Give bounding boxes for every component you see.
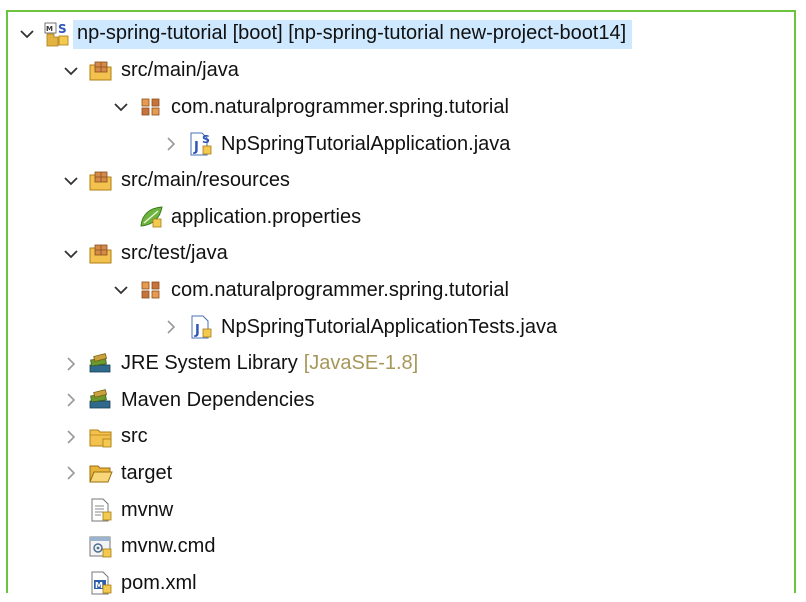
svg-text:M: M <box>95 581 103 590</box>
chevron-right-icon[interactable] <box>60 426 82 448</box>
tree-item[interactable]: Maven Dependencies <box>16 382 796 419</box>
chevron-down-icon[interactable] <box>16 23 38 45</box>
chevron-right-icon[interactable] <box>60 353 82 375</box>
tree-item-label: JRE System Library <box>121 352 298 375</box>
tree-item-label: NpSpringTutorialApplicationTests.java <box>221 315 558 338</box>
tree-item-text: mvnw <box>121 499 173 522</box>
tree-item-label: src/main/java <box>121 59 239 82</box>
tree-item[interactable]: src/main/java <box>16 53 796 90</box>
tree-item-text: np-spring-tutorial [boot] [np-spring-tut… <box>73 19 633 49</box>
open-folder-icon <box>88 460 114 486</box>
tree-item-label: mvnw <box>121 498 174 521</box>
chevron-right-icon[interactable] <box>60 389 82 411</box>
tree-item[interactable]: target <box>16 455 796 492</box>
tree-item-text: com.naturalprogrammer.spring.tutorial <box>171 279 509 302</box>
chevron-down-icon[interactable] <box>60 243 82 265</box>
tree-item-label: com.naturalprogrammer.spring.tutorial <box>171 95 509 118</box>
tree-item-text: application.properties <box>171 206 361 229</box>
spring-boot-project-icon: MS <box>44 21 70 47</box>
tree-item[interactable]: Mpom.xml <box>16 565 796 602</box>
tree-item-label: src/test/java <box>121 242 228 265</box>
library-icon <box>88 387 114 413</box>
tree-item[interactable]: src <box>16 419 796 456</box>
tree-item-text: Maven Dependencies <box>121 389 314 412</box>
tree-item-text: pom.xml <box>121 572 197 595</box>
text-file-icon <box>88 497 114 523</box>
library-icon <box>88 351 114 377</box>
java-test-file-icon: J <box>188 314 214 340</box>
folder-icon <box>88 424 114 450</box>
maven-pom-icon: M <box>88 570 114 596</box>
tree-item-label: com.naturalprogrammer.spring.tutorial <box>171 278 509 301</box>
tree-item-label: pom.xml <box>121 571 197 594</box>
tree-item-label: target <box>121 461 173 484</box>
tree-item[interactable]: mvnw <box>16 492 796 529</box>
tree-item-label: np-spring-tutorial [boot] [np-spring-tut… <box>77 21 627 44</box>
chevron-down-icon[interactable] <box>110 279 132 301</box>
chevron-down-icon[interactable] <box>60 170 82 192</box>
tree-item[interactable]: M Snp-spring-tutorial [boot] [np-spring-t… <box>16 16 796 53</box>
tree-item[interactable]: com.naturalprogrammer.spring.tutorial <box>16 272 796 309</box>
tree-item-decoration: [JavaSE-1.8] <box>303 352 419 375</box>
tree-item-text: NpSpringTutorialApplication.java <box>221 133 510 156</box>
tree-item[interactable]: mvnw.cmd <box>16 528 796 565</box>
svg-text:M: M <box>46 25 53 33</box>
tree-item-text: src/main/java <box>121 59 239 82</box>
tree-item-label: src <box>121 425 148 448</box>
tree-item-label: application.properties <box>171 205 362 228</box>
tree-item-label: src/main/resources <box>121 169 290 192</box>
tree-item[interactable]: J NpSpringTutorialApplicationTests.java <box>16 309 796 346</box>
tree-item-text: mvnw.cmd <box>121 535 215 558</box>
tree-item-label: mvnw.cmd <box>121 535 216 558</box>
package-icon <box>138 94 164 120</box>
tree-item[interactable]: application.properties <box>16 199 796 236</box>
chevron-right-icon[interactable] <box>160 133 182 155</box>
tree-item[interactable]: JRE System Library [JavaSE-1.8] <box>16 345 796 382</box>
tree-item[interactable]: com.naturalprogrammer.spring.tutorial <box>16 89 796 126</box>
tree-item-label: NpSpringTutorialApplication.java <box>221 132 511 155</box>
chevron-right-icon[interactable] <box>60 462 82 484</box>
svg-text:S: S <box>58 22 67 36</box>
svg-text:J: J <box>193 140 199 155</box>
chevron-right-icon[interactable] <box>160 316 182 338</box>
package-icon <box>138 277 164 303</box>
project-tree: M Snp-spring-tutorial [boot] [np-spring-t… <box>16 16 796 602</box>
tree-item-text: NpSpringTutorialApplicationTests.java <box>221 316 557 339</box>
tree-item-text: src/main/resources <box>121 169 290 192</box>
tree-item-text: src/test/java <box>121 242 228 265</box>
tree-item-label: Maven Dependencies <box>121 388 315 411</box>
tree-item[interactable]: J S NpSpringTutorialApplication.java <box>16 126 796 163</box>
spring-java-file-icon: JS <box>188 131 214 157</box>
source-folder-icon <box>88 168 114 194</box>
source-folder-icon <box>88 58 114 84</box>
svg-text:S: S <box>202 133 210 146</box>
source-folder-icon <box>88 241 114 267</box>
chevron-down-icon[interactable] <box>110 96 132 118</box>
tree-item-text: JRE System Library [JavaSE-1.8] <box>121 352 418 375</box>
tree-item-text: src <box>121 425 148 448</box>
tree-item[interactable]: src/main/resources <box>16 162 796 199</box>
tree-item[interactable]: src/test/java <box>16 236 796 273</box>
tree-item-text: com.naturalprogrammer.spring.tutorial <box>171 96 509 119</box>
spring-properties-icon <box>138 204 164 230</box>
tree-item-text: target <box>121 462 172 485</box>
cmd-file-icon <box>88 534 114 560</box>
chevron-down-icon[interactable] <box>60 60 82 82</box>
svg-text:J: J <box>194 323 200 338</box>
